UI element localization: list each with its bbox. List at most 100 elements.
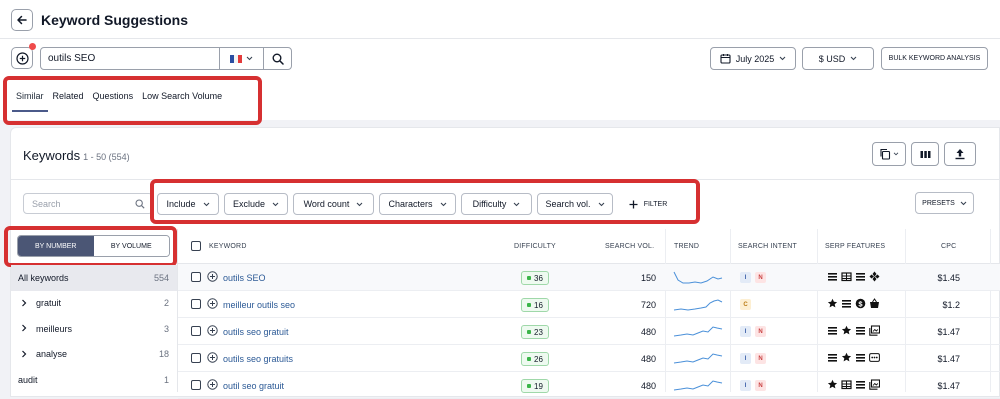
intent-badge: I [740,380,751,391]
star-icon [827,379,838,389]
image-pack-icon [869,325,880,336]
search-volume: 480 [640,354,656,364]
col-difficulty[interactable]: DIFFICULTY [514,243,556,250]
cpc-value: $1.47 [937,327,960,337]
group-count: 2 [163,298,169,309]
bulk-keyword-analysis-button[interactable]: BULK KEYWORD ANALYSIS [881,47,988,70]
keyword-search-bar [40,47,292,70]
country-select[interactable] [219,48,263,69]
notification-dot [29,43,36,50]
intent-badge: I [740,326,751,337]
plus-circle-icon[interactable] [207,325,218,336]
trend-sparkline [673,326,723,337]
columns-button[interactable] [911,142,939,166]
star-icon [841,325,852,335]
sidebar-item-analyse[interactable]: analyse 18 [11,342,177,368]
columns-icon [920,150,930,158]
divider [0,38,1000,39]
row-checkbox[interactable] [191,272,201,282]
chevron-down-icon [246,56,253,61]
currency-label: $ USD [818,53,846,64]
add-keyword-button[interactable] [11,47,33,69]
intent-badge: N [755,272,766,283]
table-row[interactable]: meilleur outils seo 16 720 C $ $1.2 [178,291,1000,318]
plus-circle-icon[interactable] [207,298,218,309]
table-row[interactable]: outils seo gratuits 26 480 I N $1.47 [178,345,1000,372]
row-checkbox[interactable] [191,380,201,390]
col-search-volume[interactable]: SEARCH VOL. [605,243,654,250]
highlight-box-filters [150,179,700,224]
back-button[interactable] [11,9,33,31]
col-keyword[interactable]: KEYWORD [209,243,247,250]
arrow-left-icon [17,15,27,25]
table-row[interactable]: outil seo gratuit 19 480 I N $1.47 [178,372,1000,399]
chevron-down-icon [779,56,786,61]
difficulty-badge: 23 [521,325,549,339]
table-icon [841,272,852,282]
sidebar-item-meilleurs[interactable]: meilleurs 3 [11,316,177,342]
select-all-checkbox[interactable] [191,241,201,251]
serp-features [827,325,880,336]
search-volume: 150 [640,273,656,283]
intent-badge: N [755,326,766,337]
table-row[interactable]: outils SEO 36 150 I N $1.45 [178,264,1000,291]
chevron-down-icon [850,56,857,61]
keyword-groups-list: All keywords 554 gratuit 2 meilleurs 3 a… [11,265,177,393]
keywords-title: Keywords [23,148,81,163]
copy-button[interactable] [872,142,906,166]
row-checkbox[interactable] [191,326,201,336]
search-volume: 480 [640,381,656,391]
trend-sparkline [673,271,723,284]
difficulty-badge: 36 [521,271,549,285]
keyword-link[interactable]: outils seo gratuits [223,354,293,364]
group-count: 1 [163,374,169,385]
plus-circle-icon[interactable] [207,352,218,363]
list-icon [856,273,865,281]
chevron-down-icon [960,201,967,205]
keyword-search-input[interactable] [41,48,219,69]
keyword-link[interactable]: outils seo gratuit [223,327,289,337]
page-title: Keyword Suggestions [41,12,189,28]
plus-circle-icon[interactable] [207,271,218,282]
table-header: KEYWORD DIFFICULTY SEARCH VOL. TREND SEA… [178,229,1000,264]
row-checkbox[interactable] [191,353,201,363]
currency-select[interactable]: $ USD [802,47,874,70]
keyword-link[interactable]: meilleur outils seo [223,300,295,310]
highlight-box-tabs [3,76,262,125]
export-button[interactable] [944,142,976,166]
col-search-intent: SEARCH INTENT [738,243,797,250]
sitelinks-icon [869,271,880,282]
list-icon [856,354,865,362]
keyword-link[interactable]: outils SEO [223,273,266,283]
col-trend: TREND [674,243,700,250]
image-pack-icon [869,379,880,390]
group-label: meilleurs [36,323,73,334]
search-button[interactable] [263,48,291,69]
sidebar-item-audit[interactable]: audit 1 [11,367,177,393]
chevron-right-icon[interactable] [21,350,27,358]
difficulty-badge: 19 [521,379,549,393]
star-icon [827,298,838,308]
sidebar-item-all-keywords[interactable]: All keywords 554 [11,265,177,291]
plus-circle-icon[interactable] [207,379,218,390]
chevron-right-icon[interactable] [21,324,27,332]
list-icon [856,327,865,335]
list-icon [842,300,851,308]
group-label: gratuit [36,298,62,309]
presets-button[interactable]: PRESETS [915,192,974,214]
sidebar-item-gratuit[interactable]: gratuit 2 [11,291,177,317]
col-cpc[interactable]: CPC [941,243,956,250]
keyword-link[interactable]: outil seo gratuit [223,381,284,391]
date-select[interactable]: July 2025 [710,47,796,70]
cpc-value: $1.45 [937,273,960,283]
table-icon [841,380,852,390]
keyword-table-body: outils SEO 36 150 I N $1.45 meilleur out… [178,264,1000,399]
row-checkbox[interactable] [191,299,201,309]
serp-features [827,352,880,363]
table-row[interactable]: outils seo gratuit 23 480 I N $1.47 [178,318,1000,345]
sidebar-search-input[interactable]: Search [23,193,153,214]
keywords-range: 1 - 50 (554) [83,152,130,162]
shopping-icon [870,298,879,308]
chevron-right-icon[interactable] [21,299,27,307]
group-count: 3 [163,323,169,334]
